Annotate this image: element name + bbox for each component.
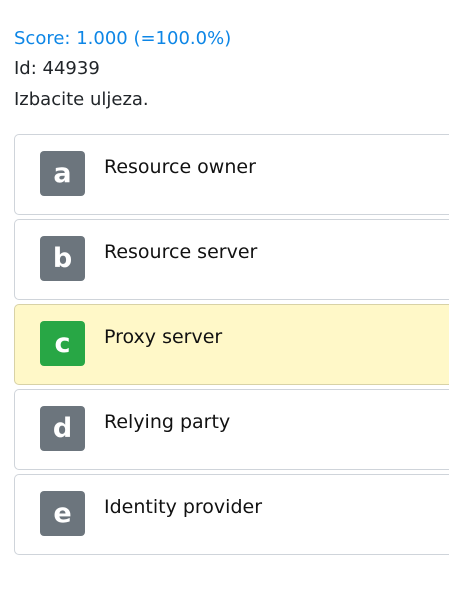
quiz-page: Score: 1.000 (=100.0%) Id: 44939 Izbacit…	[0, 0, 449, 602]
option-letter-badge: d	[40, 406, 85, 451]
score-text: Score: 1.000 (=100.0%)	[14, 28, 232, 49]
option-label: Proxy server	[104, 326, 223, 348]
option-a[interactable]: a Resource owner	[14, 134, 449, 215]
option-b[interactable]: b Resource server	[14, 219, 449, 300]
question-prompt: Izbacite uljeza.	[14, 89, 149, 110]
option-label: Identity provider	[104, 496, 263, 518]
option-d[interactable]: d Relying party	[14, 389, 449, 470]
question-id: Id: 44939	[14, 58, 100, 79]
option-letter-badge: c	[40, 321, 85, 366]
option-label: Resource server	[104, 241, 258, 263]
option-letter-badge: e	[40, 491, 85, 536]
option-c[interactable]: c Proxy server	[14, 304, 449, 385]
option-e[interactable]: e Identity provider	[14, 474, 449, 555]
option-label: Relying party	[104, 411, 231, 433]
option-letter-badge: a	[40, 151, 85, 196]
option-label: Resource owner	[104, 156, 256, 178]
option-letter-badge: b	[40, 236, 85, 281]
answer-options: a Resource owner b Resource server c Pro…	[14, 134, 449, 559]
